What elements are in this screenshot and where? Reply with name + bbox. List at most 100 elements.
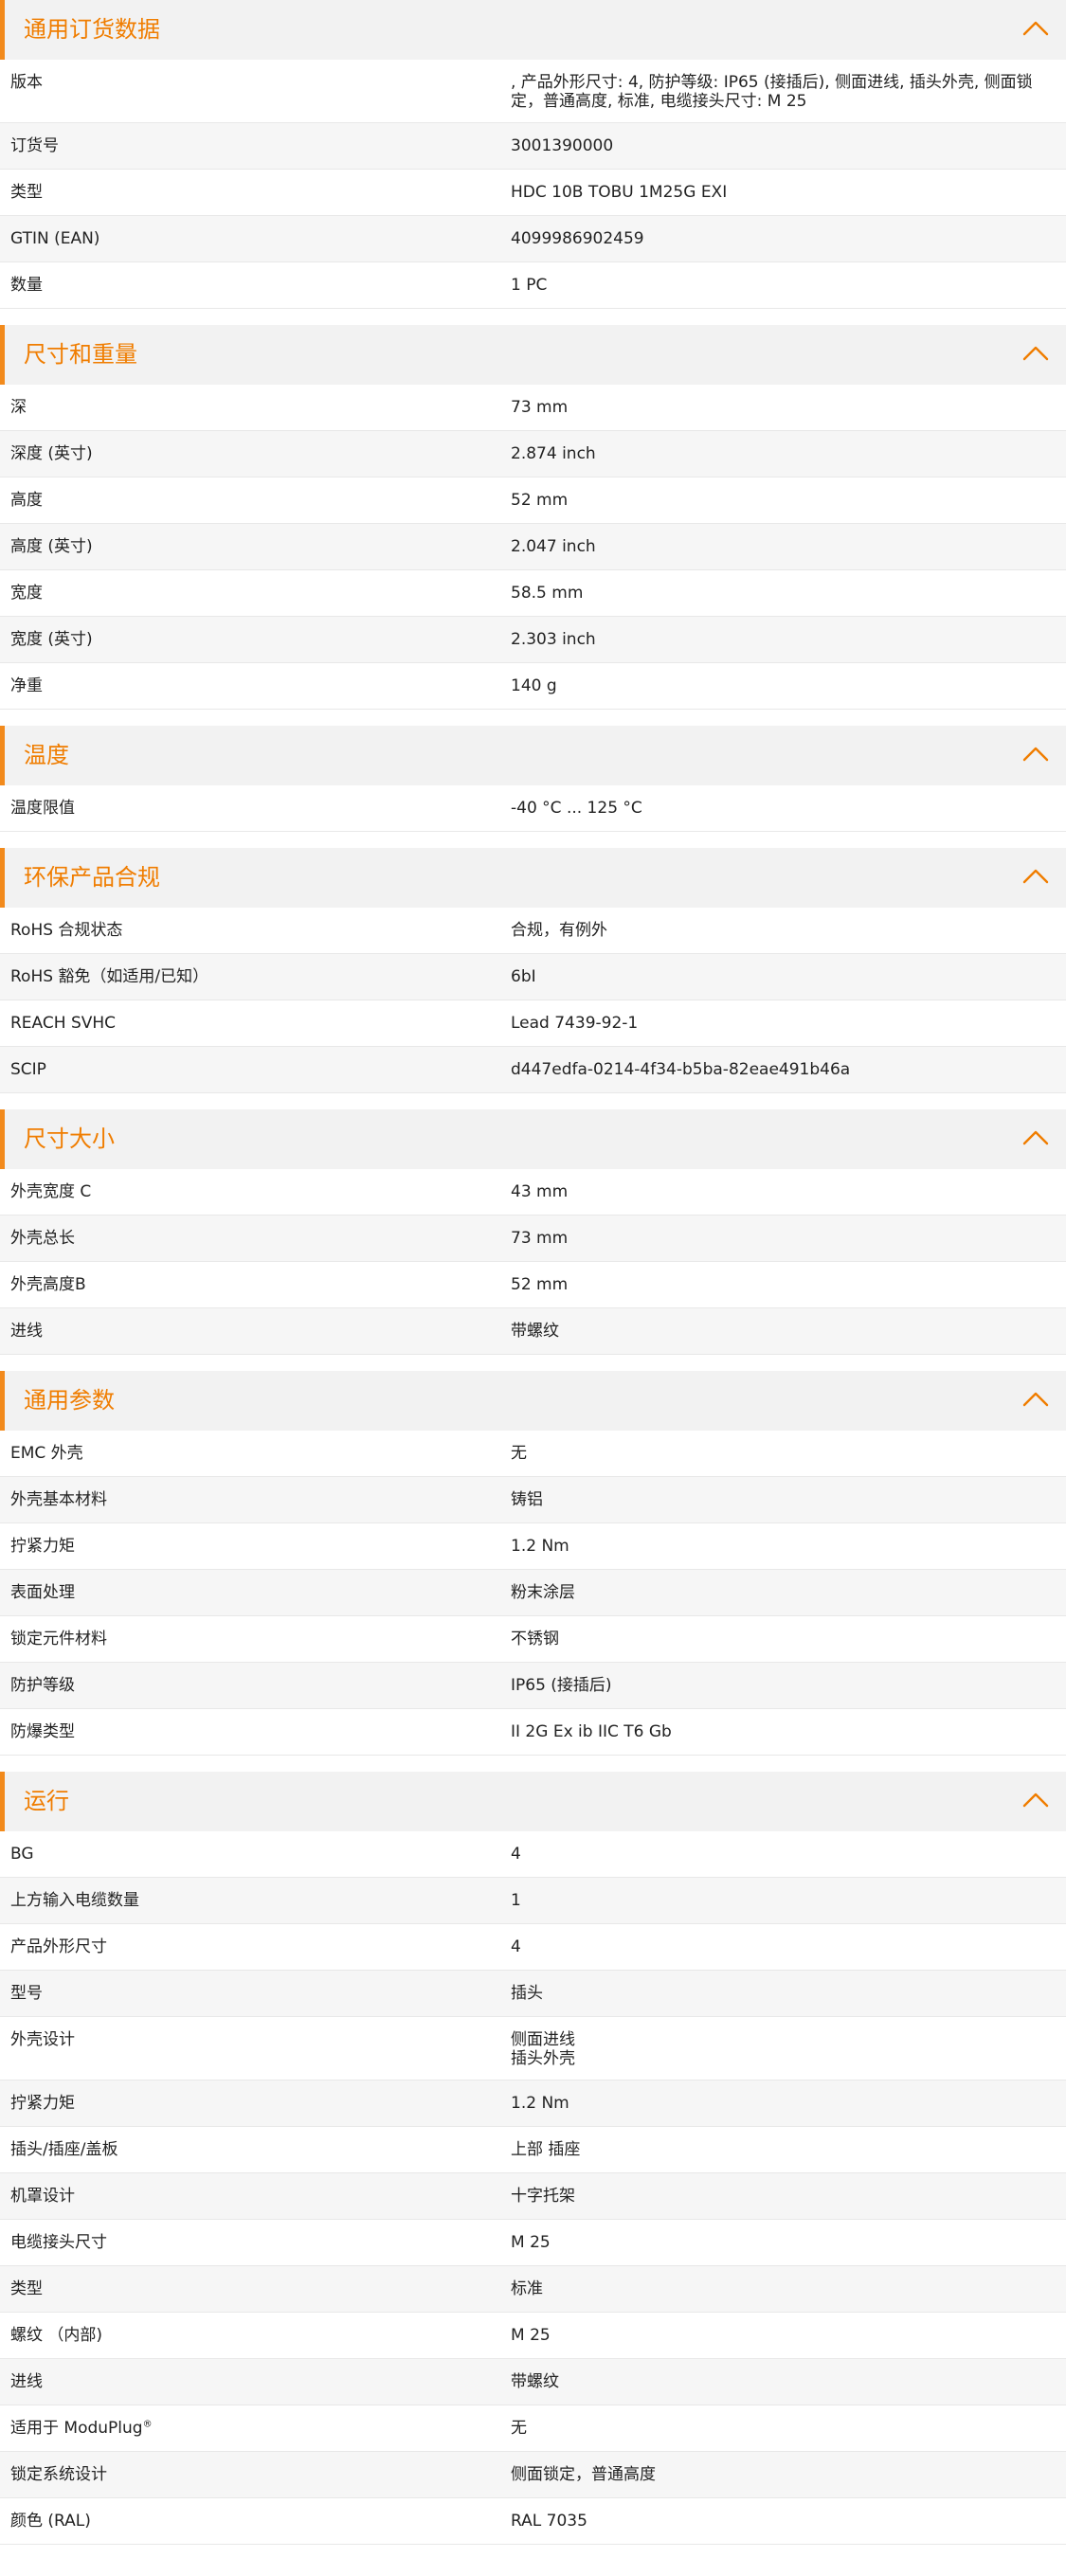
section-header[interactable]: 尺寸大小 <box>0 1109 1066 1169</box>
spec-value: 73 mm <box>511 1229 569 1248</box>
spec-value: 73 mm <box>511 398 569 417</box>
spec-label: 类型 <box>0 2266 511 2312</box>
spec-label-text: 外壳设计 <box>10 2030 75 2049</box>
spec-label-text: SCIP <box>10 1060 46 1079</box>
section-header[interactable]: 尺寸和重量 <box>0 325 1066 385</box>
spec-row: BG 4 <box>0 1831 1066 1878</box>
spec-label-text: BG <box>10 1845 34 1864</box>
spec-value: 6bI <box>511 967 536 986</box>
spec-label: REACH SVHC <box>0 1000 511 1046</box>
spec-label-text: 防爆类型 <box>10 1722 75 1741</box>
spec-label-text: 上方输入电缆数量 <box>10 1891 139 1910</box>
spec-row: 适用于 ModuPlug® 无 <box>0 2405 1066 2452</box>
chevron-up-icon[interactable] <box>1022 867 1049 886</box>
section-2: 尺寸和重量深 73 mm 深度 (英寸) 2.874 inch 高度 52 mm 高度 (英… <box>0 325 1066 710</box>
product-spec-page: 通用订货数据版本 , 产品外形尺寸: 4, 防护等级: IP65 (接插后), 侧… <box>0 0 1066 2545</box>
spec-label-text: 拧紧力矩 <box>10 1537 75 1556</box>
spec-row: 数量 1 PC <box>0 262 1066 309</box>
section-title: 尺寸和重量 <box>24 341 137 368</box>
spec-label-text: 类型 <box>10 2279 43 2298</box>
spec-row: 拧紧力矩 1.2 Nm <box>0 1523 1066 1570</box>
spec-label: 数量 <box>0 262 511 308</box>
section-title: 通用参数 <box>24 1387 115 1414</box>
spec-label: BG <box>0 1831 511 1877</box>
spec-row: 拧紧力矩 1.2 Nm <box>0 2081 1066 2127</box>
chevron-up-icon[interactable] <box>1022 1791 1049 1810</box>
spec-row: 进线 带螺纹 <box>0 1308 1066 1355</box>
spec-label-text: 温度限值 <box>10 799 75 818</box>
spec-row: 高度 (英寸) 2.047 inch <box>0 524 1066 570</box>
spec-label: 净重 <box>0 663 511 709</box>
spec-value: 43 mm <box>511 1182 569 1201</box>
spec-value: 铸铝 <box>511 1490 543 1509</box>
section-header[interactable]: 通用参数 <box>0 1371 1066 1431</box>
spec-label-text: 进线 <box>10 2372 43 2391</box>
spec-label: 进线 <box>0 2359 511 2405</box>
spec-row: 订货号 3001390000 <box>0 123 1066 170</box>
spec-value: 不锈钢 <box>511 1630 559 1648</box>
section-header[interactable]: 通用订货数据 <box>0 0 1066 60</box>
spec-value: IP65 (接插后) <box>511 1676 612 1695</box>
registered-mark: ® <box>142 2419 153 2430</box>
spec-value: 侧面锁定，普通高度 <box>511 2465 656 2484</box>
spec-value: -40 °C ... 125 °C <box>511 799 642 818</box>
spec-label: 进线 <box>0 1308 511 1354</box>
chevron-up-icon[interactable] <box>1022 1128 1049 1147</box>
spec-row: 类型 HDC 10B TOBU 1M25G EXI <box>0 170 1066 216</box>
section-6: 通用参数 EMC 外壳 无外壳基本材料 铸铝 拧紧力矩 1.2 Nm 表面处理 粉末涂层 锁定元… <box>0 1371 1066 1756</box>
spec-label: 锁定系统设计 <box>0 2452 511 2497</box>
spec-label: GTIN (EAN) <box>0 216 511 261</box>
spec-row: 外壳总长 73 mm <box>0 1216 1066 1262</box>
spec-label: 锁定元件材料 <box>0 1616 511 1662</box>
spec-value: 2.303 inch <box>511 630 596 649</box>
spec-label-text: 净重 <box>10 676 43 695</box>
spec-value: 带螺纹 <box>511 2372 559 2391</box>
chevron-up-icon[interactable] <box>1022 19 1049 38</box>
spec-row: 外壳高度B 52 mm <box>0 1262 1066 1308</box>
section-header[interactable]: 温度 <box>0 726 1066 785</box>
spec-label-text: 插头/插座/盖板 <box>10 2140 118 2159</box>
spec-value: Lead 7439-92-1 <box>511 1014 639 1033</box>
spec-label: 上方输入电缆数量 <box>0 1878 511 1923</box>
spec-label: 拧紧力矩 <box>0 1523 511 1569</box>
spec-label: 防护等级 <box>0 1663 511 1708</box>
spec-row: 温度限值 -40 °C ... 125 °C <box>0 785 1066 832</box>
section-title: 环保产品合规 <box>24 864 160 891</box>
section-title: 通用订货数据 <box>24 16 160 43</box>
spec-value: , 产品外形尺寸: 4, 防护等级: IP65 (接插后), 侧面进线, 插头外… <box>511 73 1033 111</box>
spec-label-text: 订货号 <box>10 136 59 155</box>
spec-label-text: 数量 <box>10 276 43 295</box>
spec-label-text: 外壳高度B <box>10 1275 86 1294</box>
spec-label: 防爆类型 <box>0 1709 511 1755</box>
spec-value: 52 mm <box>511 491 569 510</box>
spec-label-text: 表面处理 <box>10 1583 75 1602</box>
spec-value: 带螺纹 <box>511 1322 559 1341</box>
spec-value: 4 <box>511 1937 521 1956</box>
spec-value: 侧面进线 插头外壳 <box>511 2030 575 2068</box>
spec-label: 适用于 ModuPlug® <box>0 2405 511 2451</box>
spec-value: 1 <box>511 1891 521 1910</box>
spec-label-text: GTIN (EAN) <box>10 229 100 248</box>
section-header[interactable]: 运行 <box>0 1772 1066 1831</box>
spec-value: 标准 <box>511 2279 543 2298</box>
section-3: 温度温度限值 -40 °C ... 125 °C <box>0 726 1066 832</box>
chevron-up-icon[interactable] <box>1022 1390 1049 1409</box>
spec-row: 宽度 58.5 mm <box>0 570 1066 617</box>
chevron-up-icon[interactable] <box>1022 745 1049 764</box>
chevron-up-icon[interactable] <box>1022 344 1049 363</box>
spec-row: 产品外形尺寸 4 <box>0 1924 1066 1971</box>
spec-value: 无 <box>511 1444 527 1463</box>
spec-row: 净重 140 g <box>0 663 1066 710</box>
spec-label: 温度限值 <box>0 785 511 831</box>
section-1: 通用订货数据版本 , 产品外形尺寸: 4, 防护等级: IP65 (接插后), 侧… <box>0 0 1066 309</box>
spec-row: 进线 带螺纹 <box>0 2359 1066 2405</box>
spec-row: 防爆类型 II 2G Ex ib IIC T6 Gb <box>0 1709 1066 1756</box>
spec-label: 高度 <box>0 477 511 523</box>
spec-label: 深度 (英寸) <box>0 431 511 477</box>
spec-row: 高度 52 mm <box>0 477 1066 524</box>
spec-row: RoHS 合规状态 合规，有例外 <box>0 908 1066 954</box>
section-header[interactable]: 环保产品合规 <box>0 848 1066 908</box>
spec-row: 螺纹 （内部) M 25 <box>0 2313 1066 2359</box>
spec-label-text: 深度 (英寸) <box>10 444 93 463</box>
spec-label-text: 版本 <box>10 73 43 92</box>
